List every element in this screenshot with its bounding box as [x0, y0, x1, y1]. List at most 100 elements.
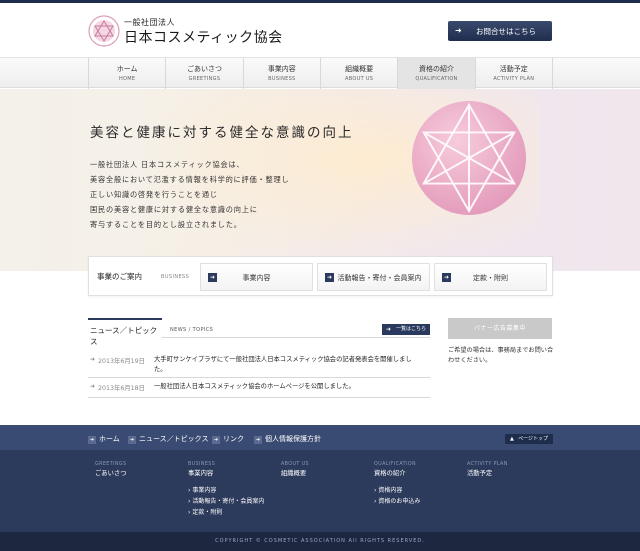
sphere-emblem-icon — [411, 100, 527, 216]
nav-item-label: 活動予定 — [499, 65, 528, 73]
nav-item-qualification[interactable]: 資格の紹介 QUALIFICATION — [398, 58, 476, 89]
nav-item-greetings[interactable]: ごあいさつ GREETINGS — [166, 58, 244, 89]
sitemap-column-greetings: GREETINGS ごあいさつ — [95, 462, 181, 477]
logo-title[interactable]: 日本コスメティック協会 — [124, 27, 283, 47]
sitemap-sub-link[interactable]: › 定款・附則 — [188, 507, 274, 516]
sitemap-column-qualification: QUALIFICATION 資格の紹介 › 資格内容 › 資格のお申込み — [374, 462, 460, 505]
nav-item-label: ホーム — [116, 65, 138, 73]
footer-link-privacy[interactable]: ➜ 個人情報保護方針 — [254, 434, 321, 444]
nav-item-en: GREETINGS — [188, 76, 221, 82]
contact-button[interactable]: ➜ お問合せはこちら — [448, 21, 552, 41]
sitemap-column-business: BUSINESS 事業内容 › 事業内容 › 活動報告・寄付・会員案内 › 定款… — [188, 462, 274, 516]
sitemap-sub-link[interactable]: › 事業内容 — [188, 485, 274, 494]
sitemap-heading[interactable]: 組織概要 — [281, 468, 367, 477]
nav-item-en: ABOUT US — [345, 76, 374, 82]
sitemap-heading[interactable]: ごあいさつ — [95, 468, 181, 477]
arrow-right-icon: ➜ — [386, 326, 392, 333]
news-item[interactable]: ➜ 2013年6月18日 一般社団法人日本コスメティック協会のホームページを公開… — [88, 380, 430, 398]
arrow-right-icon: ➜ — [212, 436, 220, 444]
global-nav: ホーム HOME ごあいさつ GREETINGS 事業内容 BUSINESS 組… — [0, 57, 640, 89]
tab-news-topics[interactable]: ニュース／トピックス — [88, 318, 162, 346]
contact-button-label: お問合せはこちら — [476, 26, 536, 36]
nav-item-en: ACTIVITY PLAN — [493, 76, 535, 82]
business-title: 事業のご案内 — [97, 272, 142, 281]
sitemap-sub-label: 事業内容 — [192, 487, 217, 494]
sitemap-en: ABOUT US — [281, 462, 309, 467]
footer-link-news[interactable]: ➜ ニュース／トピックス — [128, 434, 208, 444]
arrow-right-icon: ➜ — [90, 356, 96, 363]
news-all-label: 一覧はこちら — [395, 326, 426, 332]
news-date: 2013年6月19日 — [98, 358, 145, 365]
sitemap-en: QUALIFICATION — [374, 462, 416, 467]
sitemap-heading[interactable]: 資格の紹介 — [374, 468, 460, 477]
arrow-right-icon: ➜ — [455, 26, 462, 35]
news-date: 2013年6月18日 — [98, 385, 145, 392]
sitemap-column-activity: ACTIVITY PLAN 活動予定 — [467, 462, 553, 477]
sitemap-sub-link[interactable]: › 資格内容 — [374, 485, 460, 494]
nav-item-label: 事業内容 — [267, 65, 296, 73]
banner-note: ご希望の場合は、事務局までお問い合わせください。 — [448, 347, 554, 364]
business-button-content[interactable]: ➜ 事業内容 — [200, 263, 313, 291]
business-button-report[interactable]: ➜ 活動報告・寄付・会員案内 — [317, 263, 430, 291]
nav-item-business[interactable]: 事業内容 BUSINESS — [244, 58, 321, 89]
sitemap-en: GREETINGS — [95, 462, 127, 467]
nav-item-en: BUSINESS — [268, 76, 296, 82]
sitemap-sub-link[interactable]: › 活動報告・寄付・会員案内 — [188, 496, 274, 505]
hero-line: 正しい知識の啓発を行うことを通じ — [90, 190, 218, 199]
footer-link-label: 個人情報保護方針 — [265, 435, 321, 443]
arrow-right-icon: ➜ — [254, 436, 262, 444]
sitemap-en: ACTIVITY PLAN — [467, 462, 508, 467]
news-text[interactable]: 一般社団法人日本コスメティック協会のホームページを公開しました。 — [154, 382, 424, 392]
news-all-button[interactable]: ➜ 一覧はこちら — [382, 324, 430, 335]
arrow-right-icon: ➜ — [128, 436, 136, 444]
hero-line: 一般社団法人 日本コスメティック協会は、 — [90, 160, 245, 169]
business-button-articles[interactable]: ➜ 定款・附則 — [434, 263, 547, 291]
arrow-right-icon: ➜ — [90, 383, 96, 390]
footer-link-label: ニュース／トピックス — [139, 435, 209, 443]
nav-item-label: ごあいさつ — [186, 65, 222, 73]
sitemap-sub-label: 資格内容 — [378, 487, 403, 494]
nav-item-activity-plan[interactable]: 活動予定 ACTIVITY PLAN — [476, 58, 553, 89]
arrow-up-icon: ▲ — [510, 436, 514, 442]
nav-item-label: 資格の紹介 — [418, 65, 454, 73]
hero-banner: 美容と健康に対する健全な意識の向上 一般社団法人 日本コスメティック協会は、 美… — [0, 89, 640, 271]
footer-link-label: ホーム — [99, 435, 120, 443]
banner-ad-slot[interactable]: バナー広告募集中 — [448, 318, 552, 339]
footer-link-links[interactable]: ➜ リンク — [212, 434, 244, 444]
nav-item-about-us[interactable]: 組織概要 ABOUT US — [321, 58, 399, 89]
news-header: ニュース／トピックス NEWS / TOPICS ➜ 一覧はこちら — [88, 318, 430, 346]
business-button-label: 活動報告・寄付・会員案内 — [337, 274, 422, 282]
business-button-label: 事業内容 — [242, 274, 271, 282]
nav-item-home[interactable]: ホーム HOME — [89, 58, 167, 89]
footer-link-home[interactable]: ➜ ホーム — [88, 434, 120, 444]
sitemap-sub-label: 資格のお申込み — [378, 498, 421, 505]
business-guide: 事業のご案内 BUSINESS ➜ 事業内容 ➜ 活動報告・寄付・会員案内 ➜ … — [88, 256, 553, 296]
nav-item-en: QUALIFICATION — [415, 76, 458, 82]
sitemap-heading[interactable]: 活動予定 — [467, 468, 553, 477]
hero-line: 寄与することを目的とし設立されました。 — [90, 220, 242, 229]
news-en-label: NEWS / TOPICS — [170, 327, 214, 333]
sitemap-en: BUSINESS — [188, 462, 216, 467]
sitemap-heading[interactable]: 事業内容 — [188, 468, 274, 477]
page-top-button[interactable]: ▲ ページトップ — [505, 434, 553, 444]
footer-link-label: リンク — [223, 435, 244, 443]
sitemap-sub-label: 定款・附則 — [192, 509, 223, 516]
sitemap-sub-link[interactable]: › 資格のお申込み — [374, 496, 460, 505]
site-header: 一般社団法人 日本コスメティック協会 ➜ お問合せはこちら — [0, 3, 640, 57]
sitemap-sub-label: 活動報告・寄付・会員案内 — [192, 498, 265, 505]
copyright: COPYRIGHT © COSMETIC ASSOCIATION All RIG… — [0, 532, 640, 551]
page-top-label: ページトップ — [518, 436, 548, 442]
nav-item-label: 組織概要 — [345, 65, 374, 73]
hero-line: 国民の美容と健康に対する健全な意識の向上に — [90, 205, 258, 214]
business-en-label: BUSINESS — [161, 274, 190, 280]
hero-title: 美容と健康に対する健全な意識の向上 — [90, 125, 354, 141]
sitemap-column-about: ABOUT US 組織概要 — [281, 462, 367, 477]
arrow-right-icon: ➜ — [88, 436, 96, 444]
nav-item-en: HOME — [118, 76, 136, 82]
association-logo-icon[interactable] — [88, 15, 120, 47]
business-button-label: 定款・附則 — [473, 274, 508, 282]
news-item[interactable]: ➜ 2013年6月19日 大手町サンケイプラザにて一般社団法人日本コスメティック… — [88, 352, 430, 378]
hero-line: 美容全般において氾濫する情報を科学的に評価・整理し — [90, 175, 290, 184]
news-text[interactable]: 大手町サンケイプラザにて一般社団法人日本コスメティック協会の記者発表会を開催しま… — [154, 355, 424, 375]
hero-description: 一般社団法人 日本コスメティック協会は、 美容全般において氾濫する情報を科学的に… — [90, 157, 289, 232]
